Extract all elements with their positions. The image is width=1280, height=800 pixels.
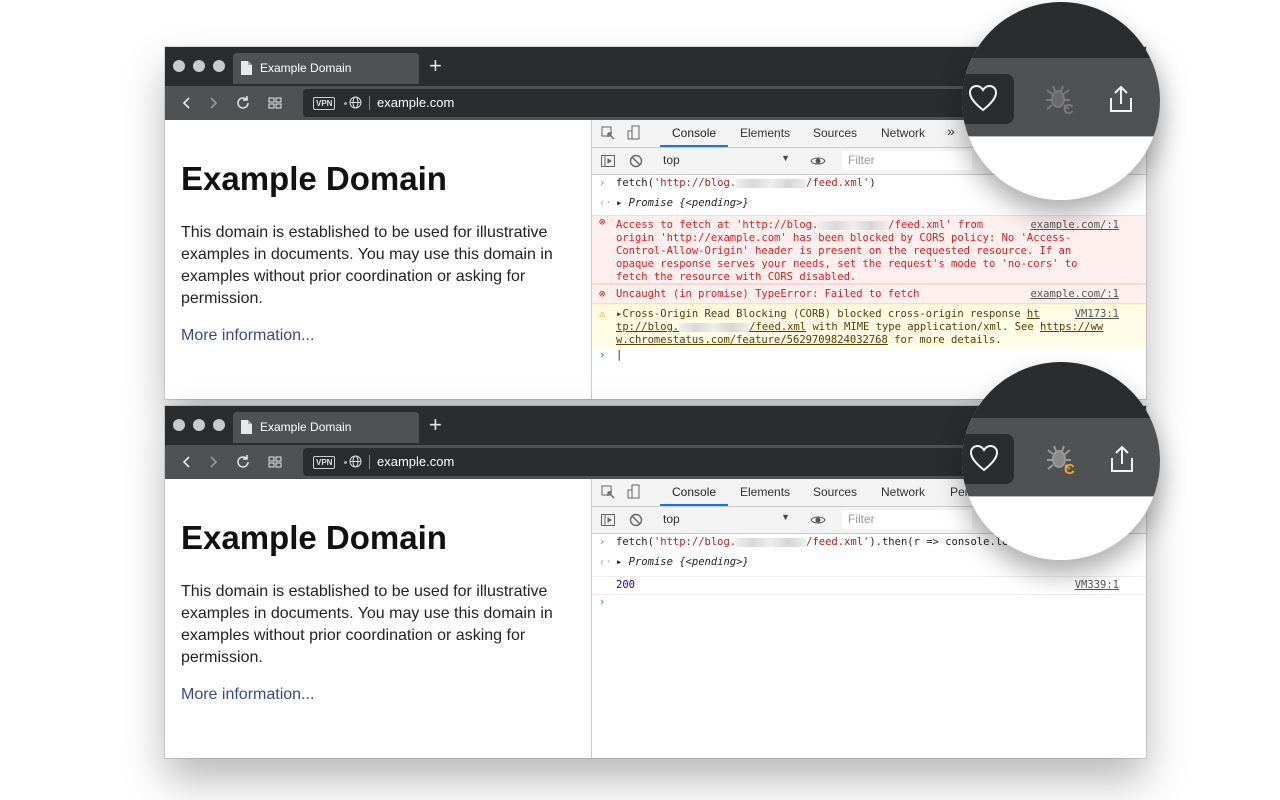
tab-console[interactable]: Console bbox=[672, 126, 716, 140]
more-information-link[interactable]: More information... bbox=[181, 327, 314, 345]
forward-icon[interactable] bbox=[204, 453, 222, 471]
console-warning-corb: ⚠ ▸Cross-Origin Read Blocking (CORB) blo… bbox=[592, 304, 1146, 347]
live-expression-eye-icon[interactable] bbox=[810, 512, 826, 528]
active-tab-indicator bbox=[660, 145, 728, 147]
new-tab-button[interactable]: + bbox=[429, 53, 442, 79]
warning-icon: ⚠ bbox=[599, 308, 606, 320]
globe-icon[interactable] bbox=[349, 96, 362, 109]
url-text[interactable]: example.com bbox=[377, 454, 454, 469]
share-icon[interactable] bbox=[1107, 444, 1137, 474]
tab-title: Example Domain bbox=[260, 420, 352, 434]
live-expression-eye-icon[interactable] bbox=[810, 153, 826, 169]
share-icon[interactable] bbox=[1106, 84, 1136, 114]
zoom-window-button[interactable] bbox=[213, 419, 225, 431]
tab-title: Example Domain bbox=[260, 61, 352, 75]
error-source-link[interactable]: example.com/:1 bbox=[1030, 288, 1119, 301]
device-toolbar-icon[interactable] bbox=[626, 125, 642, 141]
document-icon bbox=[241, 61, 252, 75]
console-filter-input[interactable]: Filter bbox=[842, 151, 972, 170]
reload-icon[interactable] bbox=[234, 453, 252, 471]
tab-sources[interactable]: Sources bbox=[813, 126, 857, 140]
heart-icon[interactable] bbox=[969, 444, 999, 472]
document-icon bbox=[241, 420, 252, 434]
close-window-button[interactable] bbox=[173, 419, 185, 431]
vpn-badge[interactable]: VPN bbox=[313, 456, 336, 469]
context-selector[interactable]: top ▼ bbox=[657, 510, 794, 529]
context-selector[interactable]: top ▼ bbox=[657, 151, 794, 170]
vpn-status-dot bbox=[344, 102, 347, 105]
dropdown-arrow-icon: ▼ bbox=[781, 153, 790, 163]
error-icon: ⊗ bbox=[599, 216, 606, 228]
show-sidebar-icon[interactable] bbox=[600, 512, 616, 528]
page-paragraph: This domain is established to be used fo… bbox=[181, 224, 553, 307]
url-text[interactable]: example.com bbox=[377, 95, 454, 110]
forward-icon[interactable] bbox=[204, 94, 222, 112]
tab-elements[interactable]: Elements bbox=[740, 485, 790, 499]
address-bar[interactable]: VPN example.com bbox=[303, 448, 1023, 476]
clear-console-icon[interactable] bbox=[628, 512, 644, 528]
vpn-status-dot bbox=[344, 461, 347, 464]
console-filter-input[interactable]: Filter bbox=[842, 510, 972, 529]
more-information-link[interactable]: More information... bbox=[181, 686, 314, 704]
filter-placeholder: Filter bbox=[848, 512, 875, 526]
reload-icon[interactable] bbox=[234, 94, 252, 112]
globe-icon[interactable] bbox=[349, 455, 362, 468]
heart-icon[interactable] bbox=[968, 84, 998, 112]
zoom-window-button[interactable] bbox=[213, 60, 225, 72]
tab-example-domain[interactable]: Example Domain bbox=[233, 412, 419, 443]
svg-text:C: C bbox=[1064, 461, 1075, 476]
tab-console[interactable]: Console bbox=[672, 485, 716, 499]
page-heading: Example Domain bbox=[181, 160, 447, 197]
page-paragraph: This domain is established to be used fo… bbox=[181, 583, 553, 666]
warning-source-link[interactable]: VM173:1 bbox=[1075, 308, 1119, 321]
cors-extension-icon[interactable]: C bbox=[1044, 82, 1078, 116]
close-window-button[interactable] bbox=[173, 60, 185, 72]
back-icon[interactable] bbox=[178, 94, 196, 112]
vpn-badge[interactable]: VPN bbox=[313, 97, 336, 110]
minimize-window-button[interactable] bbox=[193, 60, 205, 72]
error-source-link[interactable]: example.com/:1 bbox=[1030, 219, 1119, 232]
cors-extension-icon[interactable]: C bbox=[1045, 442, 1079, 476]
device-toolbar-icon[interactable] bbox=[626, 484, 642, 500]
tab-network[interactable]: Network bbox=[881, 485, 925, 499]
context-value: top bbox=[663, 153, 680, 167]
tab-network[interactable]: Network bbox=[881, 126, 925, 140]
console-prompt[interactable]: › bbox=[592, 596, 1146, 612]
filter-placeholder: Filter bbox=[848, 153, 875, 167]
context-value: top bbox=[663, 512, 680, 526]
inspect-element-icon[interactable] bbox=[600, 484, 616, 500]
toolbar-magnifier-after: C bbox=[962, 362, 1160, 560]
log-source-link[interactable]: VM339:1 bbox=[1075, 579, 1119, 592]
dropdown-arrow-icon: ▼ bbox=[781, 512, 790, 522]
speed-dial-icon[interactable] bbox=[266, 94, 284, 112]
inspect-element-icon[interactable] bbox=[600, 125, 616, 141]
tab-sources[interactable]: Sources bbox=[813, 485, 857, 499]
clear-console-icon[interactable] bbox=[628, 153, 644, 169]
toolbar-magnifier-before: C bbox=[962, 2, 1160, 200]
console-error-typeerror: ⊗ Uncaught (in promise) TypeError: Faile… bbox=[592, 284, 1146, 304]
new-tab-button[interactable]: + bbox=[429, 412, 442, 438]
more-tabs-button[interactable]: » bbox=[947, 123, 955, 139]
web-page: Example Domain This domain is establishe… bbox=[165, 120, 591, 399]
error-icon: ⊗ bbox=[599, 288, 606, 300]
web-page: Example Domain This domain is establishe… bbox=[165, 479, 591, 758]
address-bar[interactable]: VPN example.com bbox=[303, 89, 1023, 117]
console-error-cors: ⊗ Access to fetch at 'http://blog./feed.… bbox=[592, 215, 1146, 284]
address-separator bbox=[369, 96, 370, 110]
tab-example-domain[interactable]: Example Domain bbox=[233, 53, 419, 84]
tab-elements[interactable]: Elements bbox=[740, 126, 790, 140]
svg-text:C: C bbox=[1063, 101, 1074, 116]
address-separator bbox=[369, 455, 370, 469]
speed-dial-icon[interactable] bbox=[266, 453, 284, 471]
console-log-output: 200 VM339:1 bbox=[592, 576, 1146, 595]
back-icon[interactable] bbox=[178, 453, 196, 471]
show-sidebar-icon[interactable] bbox=[600, 153, 616, 169]
active-tab-indicator bbox=[660, 504, 728, 506]
page-heading: Example Domain bbox=[181, 519, 447, 556]
minimize-window-button[interactable] bbox=[193, 419, 205, 431]
